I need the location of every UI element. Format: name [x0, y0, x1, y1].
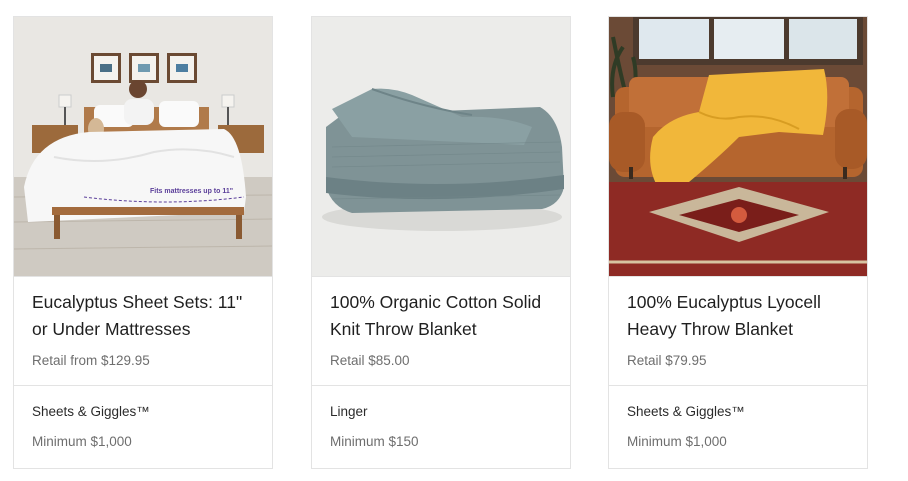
order-minimum: Minimum $1,000: [627, 434, 727, 449]
product-card[interactable]: 100% Organic Cotton Solid Knit Throw Bla…: [311, 16, 571, 469]
brand-block: Sheets & Giggles™ Minimum $1,000: [14, 386, 272, 449]
mattress-caption: Fits mattresses up to 11": [150, 188, 233, 195]
brand-block: Sheets & Giggles™ Minimum $1,000: [609, 386, 867, 449]
product-title[interactable]: 100% Organic Cotton Solid Knit Throw Bla…: [330, 289, 552, 343]
bedroom-bed-photo: Fits mattresses up to 11": [14, 17, 272, 276]
product-retail-price: Retail $79.95: [627, 353, 707, 368]
product-retail-price: Retail from $129.95: [32, 353, 150, 368]
product-image[interactable]: [609, 17, 867, 277]
brand-name[interactable]: Linger: [330, 404, 552, 419]
brand-block: Linger Minimum $150: [312, 386, 570, 449]
brand-name[interactable]: Sheets & Giggles™: [32, 404, 254, 419]
sofa-throw-blanket-photo: [609, 17, 867, 276]
product-info: 100% Organic Cotton Solid Knit Throw Bla…: [312, 277, 570, 386]
product-retail-price: Retail $85.00: [330, 353, 410, 368]
product-info: 100% Eucalyptus Lyocell Heavy Throw Blan…: [609, 277, 867, 386]
product-grid: Fits mattresses up to 11" Eucalyptus She…: [0, 0, 908, 481]
product-image[interactable]: Fits mattresses up to 11": [14, 17, 272, 277]
product-title[interactable]: Eucalyptus Sheet Sets: 11" or Under Matt…: [32, 289, 254, 343]
order-minimum: Minimum $1,000: [32, 434, 132, 449]
brand-name[interactable]: Sheets & Giggles™: [627, 404, 849, 419]
product-card[interactable]: 100% Eucalyptus Lyocell Heavy Throw Blan…: [608, 16, 868, 469]
product-title[interactable]: 100% Eucalyptus Lyocell Heavy Throw Blan…: [627, 289, 849, 343]
product-info: Eucalyptus Sheet Sets: 11" or Under Matt…: [14, 277, 272, 386]
product-card[interactable]: Fits mattresses up to 11" Eucalyptus She…: [13, 16, 273, 469]
knit-blanket-photo: [312, 17, 570, 276]
product-image[interactable]: [312, 17, 570, 277]
order-minimum: Minimum $150: [330, 434, 419, 449]
